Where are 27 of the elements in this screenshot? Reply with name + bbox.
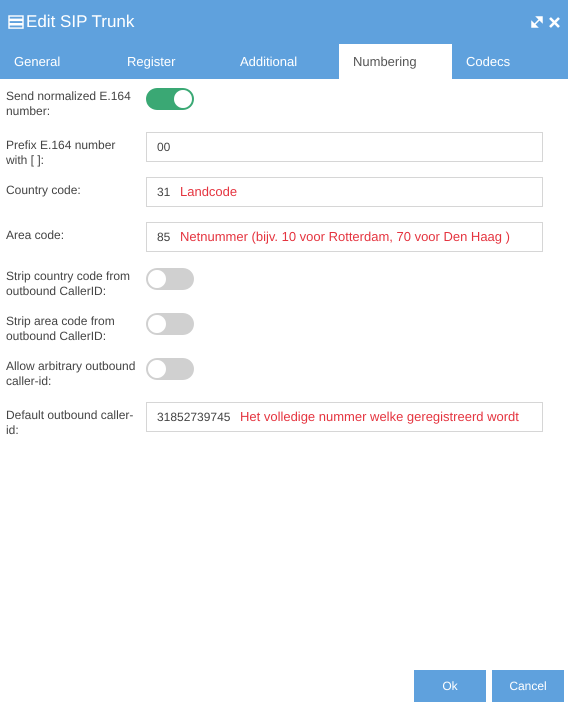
tab[interactable]: Additional bbox=[226, 44, 339, 79]
tab[interactable]: General bbox=[0, 44, 113, 79]
maximize-icon[interactable] bbox=[531, 16, 543, 28]
tab[interactable]: Register bbox=[113, 44, 226, 79]
tab[interactable]: Codecs bbox=[452, 44, 565, 79]
ok-button[interactable]: Ok bbox=[414, 670, 486, 702]
server-icon bbox=[8, 15, 24, 29]
field-label: Country code: bbox=[6, 182, 82, 198]
field-label: Strip area code from outbound CallerID: bbox=[6, 313, 116, 344]
field-label: Prefix E.164 number with [ ]: bbox=[6, 137, 116, 168]
annotation-note: Netnummer (bijv. 10 voor Rotterdam, 70 voor Den Haag ) bbox=[180, 229, 510, 245]
field-label: Strip country code from outbound CallerID: bbox=[6, 268, 132, 299]
field-label: Send normalized E.164 number: bbox=[6, 88, 132, 119]
toggle-switch[interactable] bbox=[146, 313, 194, 335]
field-label: Area code: bbox=[6, 227, 66, 243]
field-label: Allow arbitrary outbound caller-id: bbox=[6, 358, 136, 389]
annotation-note: Landcode bbox=[180, 184, 238, 200]
toggle-switch[interactable] bbox=[146, 358, 194, 380]
toggle-switch[interactable] bbox=[146, 88, 194, 110]
annotation-note: Het volledige nummer welke geregistreerd wordt bbox=[240, 409, 519, 425]
cancel-button[interactable]: Cancel bbox=[492, 670, 564, 702]
toggle-switch[interactable] bbox=[146, 268, 194, 290]
window-title: Edit SIP Trunk bbox=[26, 11, 134, 34]
tab[interactable]: Numbering bbox=[339, 44, 452, 79]
input-field[interactable]: 00 bbox=[146, 132, 543, 162]
field-label: Default outbound caller-id: bbox=[6, 407, 134, 438]
close-icon[interactable] bbox=[549, 16, 560, 28]
